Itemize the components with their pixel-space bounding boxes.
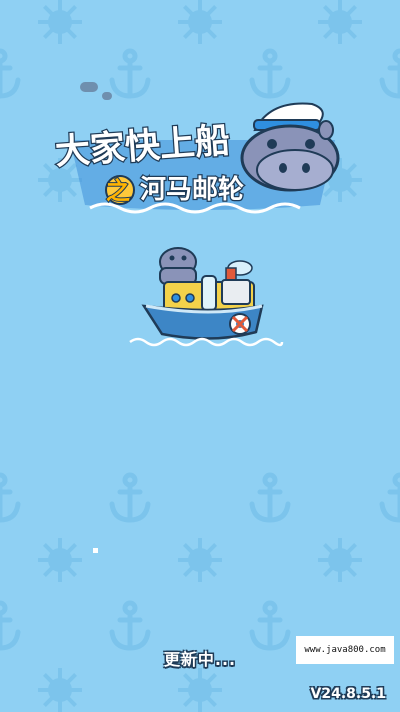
boat-illustration: [129, 247, 284, 347]
logo-subtitle: 河马邮轮: [140, 175, 244, 205]
life-ring-icon: [229, 313, 251, 335]
game-logo: 大家快上船 之 河马邮轮: [53, 82, 340, 214]
loading-indicator: [93, 548, 98, 553]
watermark-label: www.java800.com: [296, 636, 394, 664]
version-label: V24.8.5.1: [310, 686, 387, 702]
hippo-mascot-icon: [240, 102, 340, 192]
logo-connector: 之: [106, 177, 130, 205]
hippo-captain-icon: [159, 247, 197, 285]
